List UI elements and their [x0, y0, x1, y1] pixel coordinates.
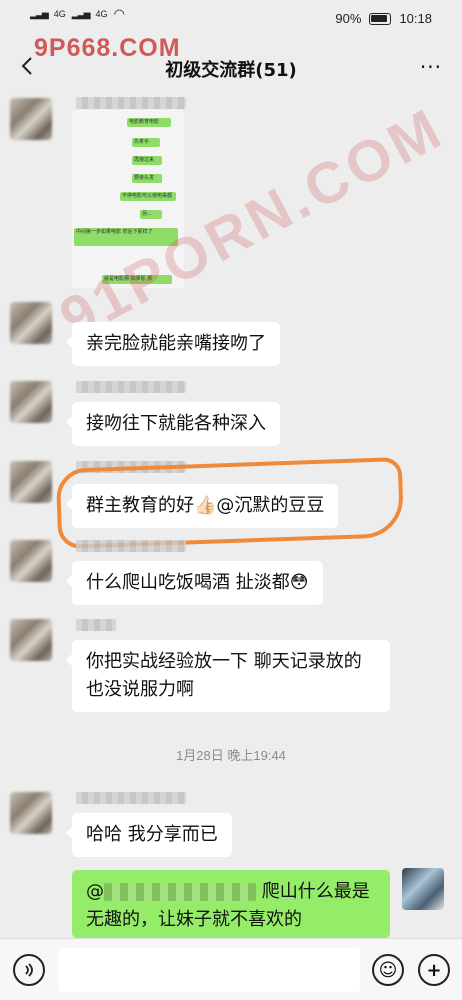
avatar[interactable]: [10, 540, 52, 582]
avatar[interactable]: [10, 461, 52, 503]
message-bubble[interactable]: 你把实战经验放一下 聊天记录放的也没说服力啊: [66, 640, 390, 712]
chat-title: 初级交流群(51): [165, 60, 297, 81]
signal-icon: ▂▃▅: [30, 8, 49, 19]
avatar[interactable]: [10, 98, 52, 140]
mini-bubble: 电影教育电影: [127, 118, 171, 127]
self-avatar[interactable]: [402, 868, 444, 910]
more-options-icon[interactable]: ···: [420, 55, 442, 79]
avatar[interactable]: [10, 302, 52, 344]
sender-nickname: [76, 381, 186, 393]
clock: 10:18: [399, 11, 432, 26]
message-bubble[interactable]: 什么爬山吃饭喝酒 扯淡都😳: [66, 561, 323, 605]
battery-percent: 90%: [335, 11, 362, 26]
voice-input-icon[interactable]: [13, 954, 45, 986]
signal-icon-2: ▂▃▅: [71, 8, 91, 19]
battery-icon: [369, 12, 392, 25]
message-bubble[interactable]: 亲完脸就能亲嘴接吻了: [66, 322, 280, 366]
sender-nickname: [76, 619, 116, 631]
chat-header: 初级交流群(51) ···: [0, 44, 462, 90]
mini-bubble: 另…: [140, 210, 162, 219]
status-bar: ▂▃▅ 4G ▂▃▅ 4G ◠ 90% 10:18: [0, 0, 462, 36]
sender-nickname: [76, 792, 186, 804]
mention-name-blurred: [104, 883, 256, 901]
mini-bubble: 要亲头发: [132, 174, 162, 183]
sender-nickname: [76, 540, 186, 552]
mini-bubble: 不停电影可以使用来都: [120, 192, 176, 201]
wifi-icon: ◠: [113, 6, 125, 21]
input-bar: ☺ +: [0, 938, 462, 1000]
network-label-1: 4G: [53, 9, 66, 19]
timestamp: 1月28日 晚上19:44: [176, 748, 286, 763]
sender-nickname: [76, 97, 186, 109]
mini-bubble: 再接过来: [132, 156, 162, 165]
self-message-bubble[interactable]: @ 爬山什么最是无趣的，让妹子就不喜欢的: [72, 870, 390, 938]
message-bubble[interactable]: 哈哈 我分享而已: [66, 813, 232, 857]
highlight-annotation: [55, 456, 405, 550]
mention-prefix: @: [86, 881, 104, 902]
message-bubble[interactable]: 接吻往下就能各种深入: [66, 402, 280, 446]
mini-bubble: 先拿手: [132, 138, 160, 147]
avatar[interactable]: [10, 792, 52, 834]
network-label-2: 4G: [95, 9, 108, 19]
add-more-icon[interactable]: +: [418, 954, 450, 986]
avatar[interactable]: [10, 381, 52, 423]
emoji-icon[interactable]: ☺: [372, 954, 404, 986]
avatar[interactable]: [10, 619, 52, 661]
message-input[interactable]: [58, 948, 360, 992]
